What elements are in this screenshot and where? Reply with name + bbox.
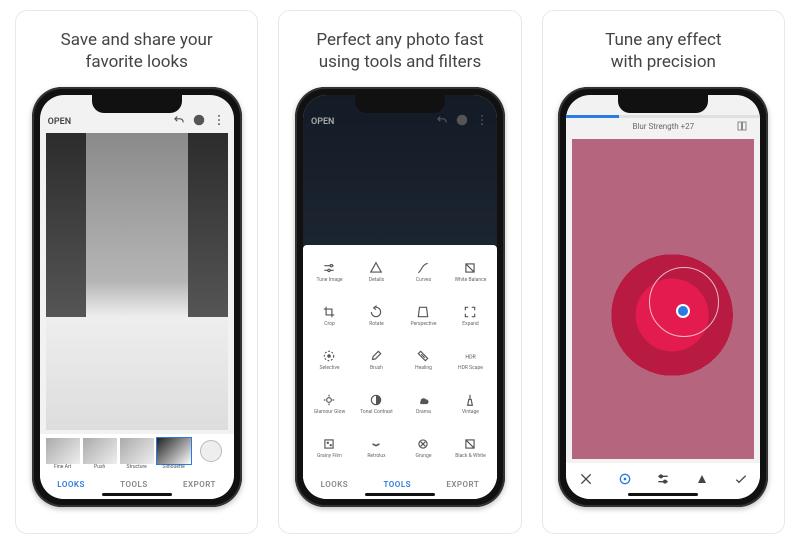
undo-icon[interactable] [435, 113, 449, 127]
tool-glamour-glow[interactable]: Glamour Glow [307, 383, 352, 425]
looks-strip: Fine Art Push Structure Silhouette [40, 434, 234, 474]
svg-text:HDR: HDR [466, 355, 477, 361]
tab-looks[interactable]: LOOKS [321, 480, 349, 489]
tools-panel: Tune Image Details Curves White Balance … [303, 245, 497, 499]
more-icon[interactable] [475, 113, 489, 127]
tool-brush[interactable]: Brush [354, 339, 399, 381]
home-indicator [102, 493, 172, 496]
undo-icon[interactable] [172, 113, 186, 127]
tool-tune-image[interactable]: Tune Image [307, 251, 352, 293]
tab-export[interactable]: EXPORT [446, 480, 479, 489]
notch [92, 95, 182, 113]
tool-crop[interactable]: Crop [307, 295, 352, 337]
focus-icon[interactable] [617, 471, 633, 487]
tab-looks[interactable]: LOOKS [57, 480, 85, 489]
caption-1: Save and share your favorite looks [61, 29, 213, 73]
main-photo[interactable] [46, 133, 228, 430]
tool-perspective[interactable]: Perspective [401, 295, 446, 337]
home-indicator [628, 493, 698, 496]
tool-expand[interactable]: Expand [448, 295, 493, 337]
app-screen-effect: Blur Strength +27 [566, 95, 760, 499]
tool-details[interactable]: Details [354, 251, 399, 293]
tool-grid: Tune Image Details Curves White Balance … [303, 245, 497, 474]
showcase-panel-3: Tune any effect with precision Blur Stre… [542, 10, 785, 534]
look-thumb-structure[interactable]: Structure [120, 438, 154, 470]
notch [618, 95, 708, 113]
more-icon[interactable] [212, 113, 226, 127]
info-icon[interactable] [192, 113, 206, 127]
effect-radius-circle[interactable] [649, 267, 719, 337]
tool-hdr-scape[interactable]: HDRHDR Scape [448, 339, 493, 381]
effect-label-bar: Blur Strength +27 [566, 118, 760, 135]
tool-curves[interactable]: Curves [401, 251, 446, 293]
look-thumb-push[interactable]: Push [83, 438, 117, 470]
notch [355, 95, 445, 113]
look-thumb-silhouette[interactable]: Silhouette [157, 438, 191, 470]
effect-label: Blur Strength +27 [632, 122, 694, 131]
app-screen-looks: OPEN Fine Art Push Structure Silhouette [40, 95, 234, 499]
tool-black-white[interactable]: Black & White [448, 427, 493, 469]
app-screen-tools: OPEN Tune Image Details Curves White Bal… [303, 95, 497, 499]
tab-tools[interactable]: TOOLS [120, 480, 148, 489]
caption-2: Perfect any photo fast using tools and f… [316, 29, 483, 73]
home-indicator [365, 493, 435, 496]
tool-white-balance[interactable]: White Balance [448, 251, 493, 293]
tool-selective[interactable]: Selective [307, 339, 352, 381]
transition-icon[interactable] [694, 471, 710, 487]
open-button[interactable]: OPEN [311, 117, 334, 127]
phone-frame-3: Blur Strength +27 [558, 87, 768, 507]
tool-rotate[interactable]: Rotate [354, 295, 399, 337]
look-add[interactable] [194, 438, 228, 470]
look-thumb-fine-art[interactable]: Fine Art [46, 438, 80, 470]
tab-export[interactable]: EXPORT [183, 480, 216, 489]
tool-grunge[interactable]: Grunge [401, 427, 446, 469]
compare-icon[interactable] [736, 120, 748, 134]
sliders-icon[interactable] [655, 471, 671, 487]
main-photo[interactable] [572, 139, 754, 459]
info-icon[interactable] [455, 113, 469, 127]
effect-center-dot[interactable] [678, 306, 688, 316]
phone-frame-1: OPEN Fine Art Push Structure Silhouette [32, 87, 242, 507]
showcase-panel-1: Save and share your favorite looks OPEN [15, 10, 258, 534]
tool-tonal-contrast[interactable]: Tonal Contrast [354, 383, 399, 425]
tool-retrolux[interactable]: Retrolux [354, 427, 399, 469]
tab-tools[interactable]: TOOLS [383, 480, 411, 489]
tool-grainy-film[interactable]: Grainy Film [307, 427, 352, 469]
caption-3: Tune any effect with precision [605, 29, 721, 73]
apply-icon[interactable] [733, 471, 749, 487]
phone-frame-2: OPEN Tune Image Details Curves White Bal… [295, 87, 505, 507]
showcase-panel-2: Perfect any photo fast using tools and f… [278, 10, 521, 534]
tool-healing[interactable]: Healing [401, 339, 446, 381]
tool-vintage[interactable]: Vintage [448, 383, 493, 425]
open-button[interactable]: OPEN [48, 117, 71, 127]
tool-drama[interactable]: Drama [401, 383, 446, 425]
cancel-icon[interactable] [578, 471, 594, 487]
